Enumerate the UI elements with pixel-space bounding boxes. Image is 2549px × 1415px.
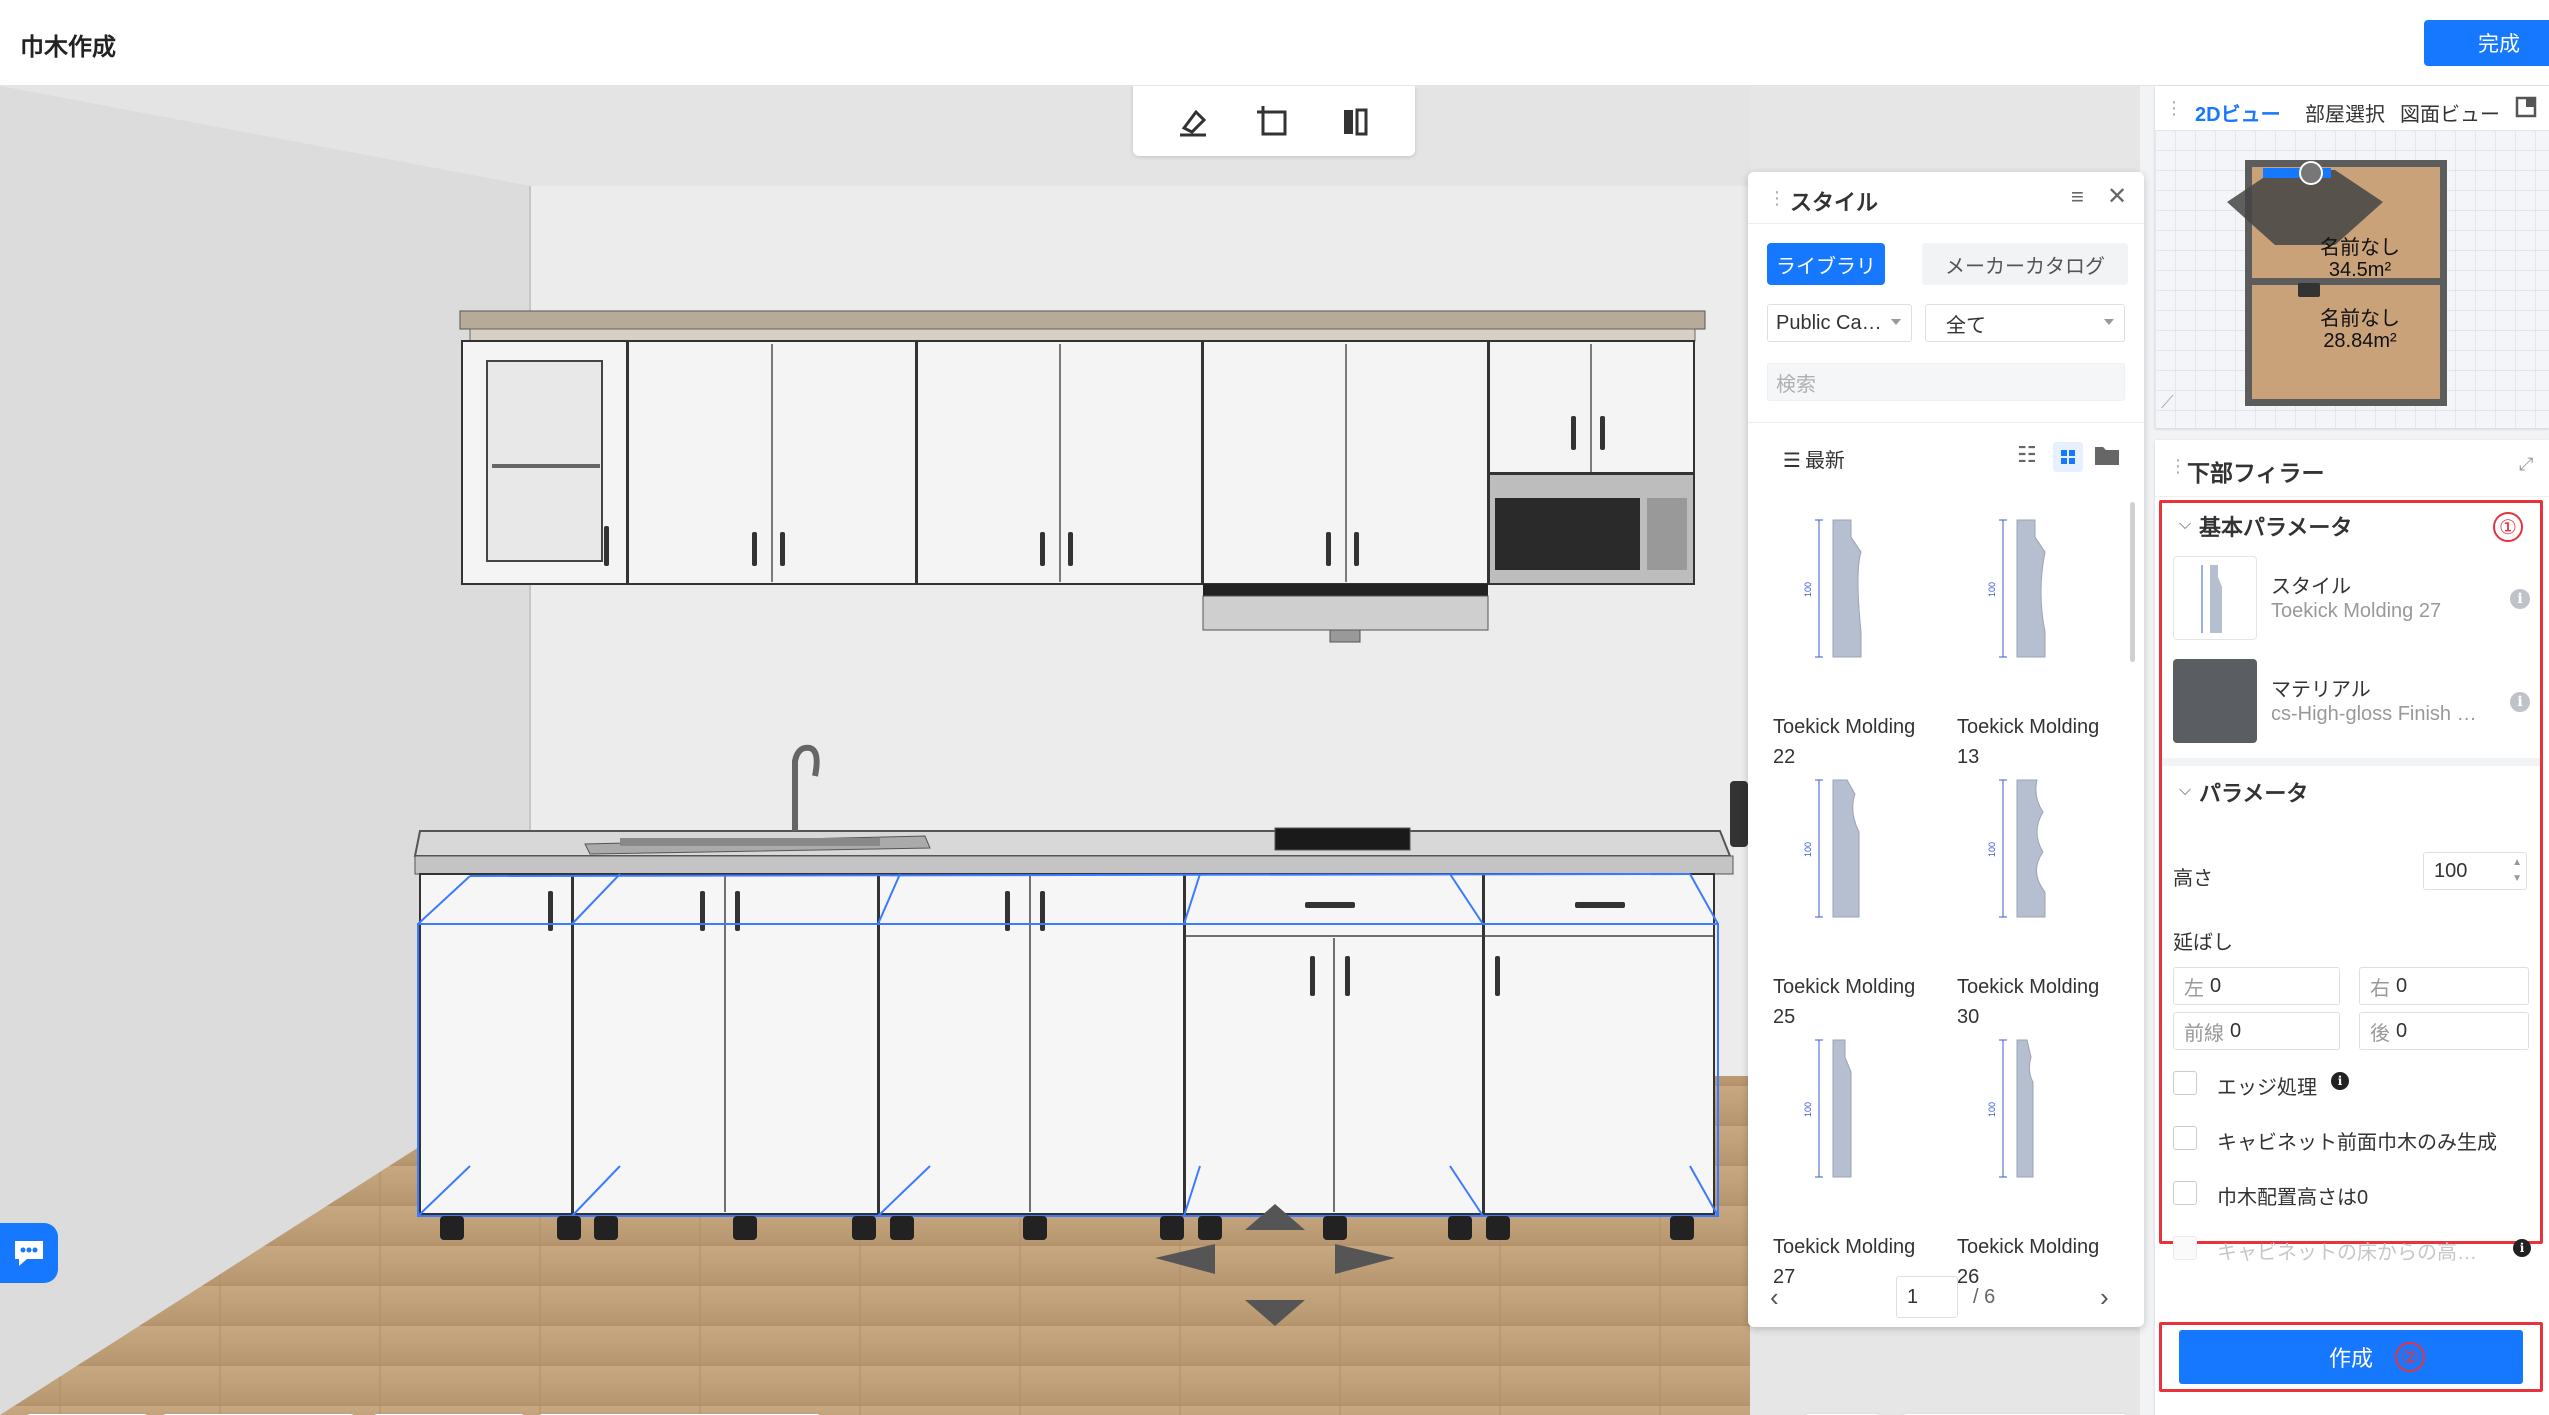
material-value: cs-High-gloss Finish … <box>2271 703 2477 725</box>
extend-front-input[interactable]: 前線 0 <box>2173 1012 2340 1050</box>
svg-text:100: 100 <box>1803 842 1813 857</box>
search-input[interactable]: 検索 <box>1767 363 2125 401</box>
front-only-label: キャビネット前面巾木のみ生成 <box>2217 1132 2497 1154</box>
tab-drawing-view[interactable]: 図面ビュー <box>2400 98 2500 127</box>
style-panel-header: ⋮ スタイル ≡ ✕ <box>1748 172 2144 224</box>
svg-text:100: 100 <box>1987 842 1997 857</box>
page-total: / 6 <box>1973 1286 1996 1308</box>
material-swatch[interactable] <box>2173 659 2257 743</box>
style-item[interactable]: 100 Toekick Molding 30 <box>1957 772 2137 1028</box>
chevron-down-icon[interactable]: ⌵ <box>2179 516 2191 534</box>
extend-left-input[interactable]: 左0 <box>2173 967 2340 1005</box>
zero-height-checkbox[interactable] <box>2173 1181 2197 1205</box>
info-icon[interactable]: i <box>2510 589 2530 609</box>
params-heading: パラメータ <box>2199 781 2309 806</box>
molding-profile-icon: 100 <box>1803 519 1862 658</box>
zero-height-label: 巾木配置高さは0 <box>2217 1187 2369 1209</box>
prev-page-icon[interactable]: ‹ <box>1770 1282 1779 1313</box>
height-label: 高さ <box>2173 868 2213 890</box>
floor-height-label: キャビネットの床からの高… <box>2217 1242 2477 1264</box>
svg-text:100: 100 <box>1987 582 1997 597</box>
add-frame-icon[interactable] <box>1253 100 1295 142</box>
info-icon[interactable]: i <box>2513 1239 2531 1257</box>
molding-profile-icon: 100 <box>1987 779 2046 918</box>
drag-handle-icon[interactable]: ⋮ <box>2165 98 2183 119</box>
material-label: マテリアル <box>2271 679 2371 701</box>
chat-icon[interactable] <box>0 1223 58 1283</box>
done-button[interactable]: 完成 <box>2424 20 2549 66</box>
svg-text:100: 100 <box>1987 1102 1997 1117</box>
floorplan-map[interactable]: 名前なし 34.5m² 名前なし 28.84m² ⟋ <box>2155 130 2549 428</box>
drag-handle-icon[interactable]: ⋮ <box>1768 188 1786 209</box>
paint-tool-icon[interactable] <box>1172 100 1214 142</box>
style-label: スタイル <box>2271 576 2351 598</box>
room-label: 名前なし 28.84m² <box>2320 308 2400 352</box>
molding-profile-icon: 100 <box>1803 779 1860 918</box>
list-view-icon[interactable]: ☷ <box>2017 442 2037 468</box>
annotation-badge-1: ① <box>2493 512 2523 542</box>
style-item[interactable]: 100 Toekick Molding 22 <box>1773 512 1953 768</box>
page-title: 巾木作成 <box>20 34 116 61</box>
panel-title: 下部フィラー <box>2187 460 2325 486</box>
style-value: Toekick Molding 27 <box>2271 600 2442 622</box>
minimap-panel: ⋮ 2Dビュー 部屋選択 図面ビュー 名前なし 34.5m² 名前なし 28.84m… <box>2155 86 2549 428</box>
height-input[interactable]: 100 ▲ ▼ <box>2423 852 2527 890</box>
tab-library[interactable]: ライブラリ <box>1767 243 1885 285</box>
viewport-top-toolbar <box>1133 86 1415 156</box>
tab-room-select[interactable]: 部屋選択 <box>2305 98 2385 127</box>
grid-view-icon[interactable] <box>2053 442 2083 472</box>
style-thumbnail[interactable] <box>2173 556 2257 640</box>
edge-treatment-label: エッジ処理 <box>2217 1077 2317 1099</box>
drag-handle-icon[interactable]: ⋮ <box>2169 456 2187 477</box>
create-button[interactable]: 作成 <box>2179 1330 2523 1384</box>
style-item[interactable]: 100 Toekick Molding 26 <box>1957 1032 2137 1288</box>
info-icon[interactable]: i <box>2510 692 2530 712</box>
next-page-icon[interactable]: › <box>2100 1282 2109 1313</box>
floor-height-checkbox[interactable] <box>2173 1236 2197 1260</box>
page-number-input[interactable]: 1 <box>1896 1276 1958 1318</box>
properties-panel: ⋮ 下部フィラー ⤢ ① ⌵ 基本パラメータ スタイル Toekick Mold… <box>2155 440 2549 1415</box>
molding-profile-icon: 100 <box>1987 1039 2034 1178</box>
style-library-panel: ⋮ スタイル ≡ ✕ ライブラリ メーカーカタログ Public Ca… 全て … <box>1748 172 2144 1327</box>
svg-text:100: 100 <box>1803 582 1813 597</box>
tab-maker-catalog[interactable]: メーカーカタログ <box>1922 243 2128 285</box>
section-divider <box>2162 758 2540 766</box>
extend-back-input[interactable]: 後0 <box>2359 1012 2529 1050</box>
style-item[interactable]: 100 Toekick Molding 27 <box>1773 1032 1953 1288</box>
stepper-arrows-icon: ▲ ▼ <box>2512 857 2522 884</box>
extend-label: 延ばし <box>2173 932 2233 954</box>
menu-icon[interactable]: ≡ <box>2071 184 2084 210</box>
molding-tool-icon[interactable] <box>1334 100 1376 142</box>
molding-profile-icon: 100 <box>1987 519 2046 658</box>
resize-handle-icon[interactable]: ⟋ <box>2161 392 2174 413</box>
top-bar: 巾木作成 完成 <box>0 0 2549 86</box>
sort-icon: ☰ <box>1783 450 1801 472</box>
style-panel-title: スタイル <box>1790 190 1879 215</box>
filter-select[interactable]: 全て <box>1925 304 2125 342</box>
style-item[interactable]: 100 Toekick Molding 25 <box>1773 772 1953 1028</box>
molding-profile-icon: 100 <box>1803 1039 1852 1178</box>
folder-icon[interactable] <box>2094 444 2120 471</box>
info-icon[interactable]: i <box>2331 1072 2349 1090</box>
sort-button[interactable]: ☰ 最新 <box>1783 444 1845 473</box>
chevron-down-icon <box>2104 319 2114 325</box>
room-label: 名前なし 34.5m² <box>2320 237 2400 281</box>
catalog-select[interactable]: Public Ca… <box>1767 304 1912 342</box>
maximize-icon[interactable]: ⤢ <box>2519 454 2533 475</box>
chevron-down-icon <box>1891 319 1901 325</box>
front-only-checkbox[interactable] <box>2173 1126 2197 1150</box>
annotation-badge-2: ② <box>2395 1342 2425 1372</box>
basic-params-heading: 基本パラメータ <box>2199 515 2353 540</box>
extend-right-input[interactable]: 右0 <box>2359 967 2529 1005</box>
tab-2d-view[interactable]: 2Dビュー <box>2195 98 2281 127</box>
svg-text:100: 100 <box>1803 1102 1813 1117</box>
edge-treatment-checkbox[interactable] <box>2173 1071 2197 1095</box>
style-item[interactable]: 100 Toekick Molding 13 <box>1957 512 2137 768</box>
expand-icon[interactable] <box>2515 96 2537 123</box>
chevron-down-icon[interactable]: ⌵ <box>2179 782 2191 800</box>
close-icon[interactable]: ✕ <box>2107 182 2127 211</box>
